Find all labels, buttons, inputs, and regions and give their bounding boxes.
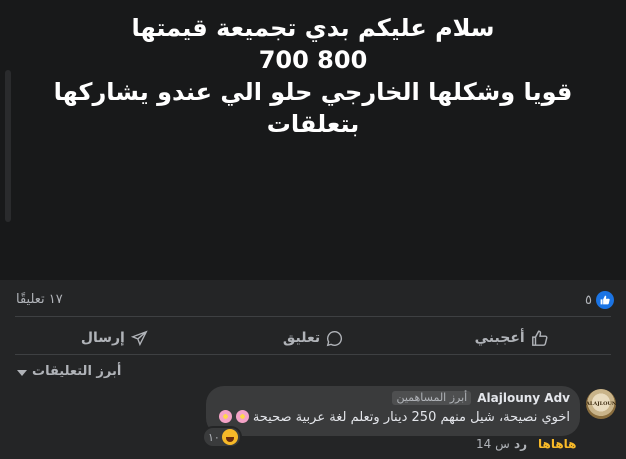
- comment-reactions[interactable]: ١٠: [204, 428, 240, 446]
- like-button[interactable]: أعجبني: [412, 322, 611, 354]
- comment-sort-label: أبرز التعليقات: [32, 364, 122, 379]
- post-text-line: 800 700: [258, 46, 368, 74]
- post-stats: ٥ ١٧ تعليقًا: [0, 280, 626, 316]
- like-count-number: ٥: [585, 292, 592, 308]
- divider: [15, 316, 611, 317]
- send-button-label: إرسال: [80, 330, 125, 346]
- comment-count[interactable]: ١٧ تعليقًا: [16, 292, 63, 307]
- post-actions: أعجبني تعليق إرسال: [15, 322, 611, 354]
- comment-bubble: Alajlouny Adv أبرز المساهمين اخوي نصيحة،…: [206, 386, 580, 436]
- comment-timestamp[interactable]: 14 س: [476, 437, 510, 451]
- reaction-button[interactable]: هاهاها: [538, 437, 576, 451]
- avatar-brand-text: ALAJLOUNY: [586, 401, 616, 407]
- like-count[interactable]: ٥: [585, 291, 614, 309]
- comment-button-label: تعليق: [282, 330, 321, 346]
- post-text-line: سلام عليكم بدي تجميعة قيمتها: [131, 14, 495, 42]
- comment-text-row: اخوي نصيحة، شيل منهم 250 دينار وتعلم لغة…: [218, 410, 570, 425]
- comment-header: Alajlouny Adv أبرز المساهمين: [392, 391, 570, 405]
- media-scrollbar[interactable]: [5, 70, 11, 222]
- like-reaction-icon: [595, 291, 614, 309]
- haha-reaction-icon: [221, 429, 238, 445]
- flower-emoji-icon: [235, 410, 249, 423]
- comment-text: اخوي نصيحة، شيل منهم 250 دينار وتعلم لغة…: [252, 410, 570, 425]
- comment-button[interactable]: تعليق: [214, 322, 413, 354]
- send-icon: [130, 329, 148, 346]
- reply-button[interactable]: رد: [514, 437, 527, 451]
- post-image[interactable]: سلام عليكم بدي تجميعة قيمتها 800 700 قوي…: [0, 0, 626, 280]
- avatar[interactable]: ALAJLOUNY: [586, 389, 616, 419]
- like-button-label: أعجبني: [474, 330, 525, 346]
- top-contributor-badge: أبرز المساهمين: [392, 391, 472, 405]
- caret-down-icon: [17, 370, 27, 376]
- post-text: سلام عليكم بدي تجميعة قيمتها 800 700 قوي…: [20, 12, 606, 140]
- comment-bubble-icon: [326, 330, 343, 346]
- thumbs-up-icon: [531, 330, 548, 346]
- comment-author[interactable]: Alajlouny Adv: [477, 391, 570, 405]
- flower-emoji-icon: [218, 410, 232, 423]
- send-button[interactable]: إرسال: [15, 322, 214, 354]
- reaction-count: ١٠: [208, 430, 220, 444]
- comment-sort-dropdown[interactable]: أبرز التعليقات: [0, 362, 626, 382]
- divider: [15, 354, 611, 355]
- post-text-line: قويا وشكلها الخارجي حلو الي عندو يشاركها…: [53, 78, 573, 138]
